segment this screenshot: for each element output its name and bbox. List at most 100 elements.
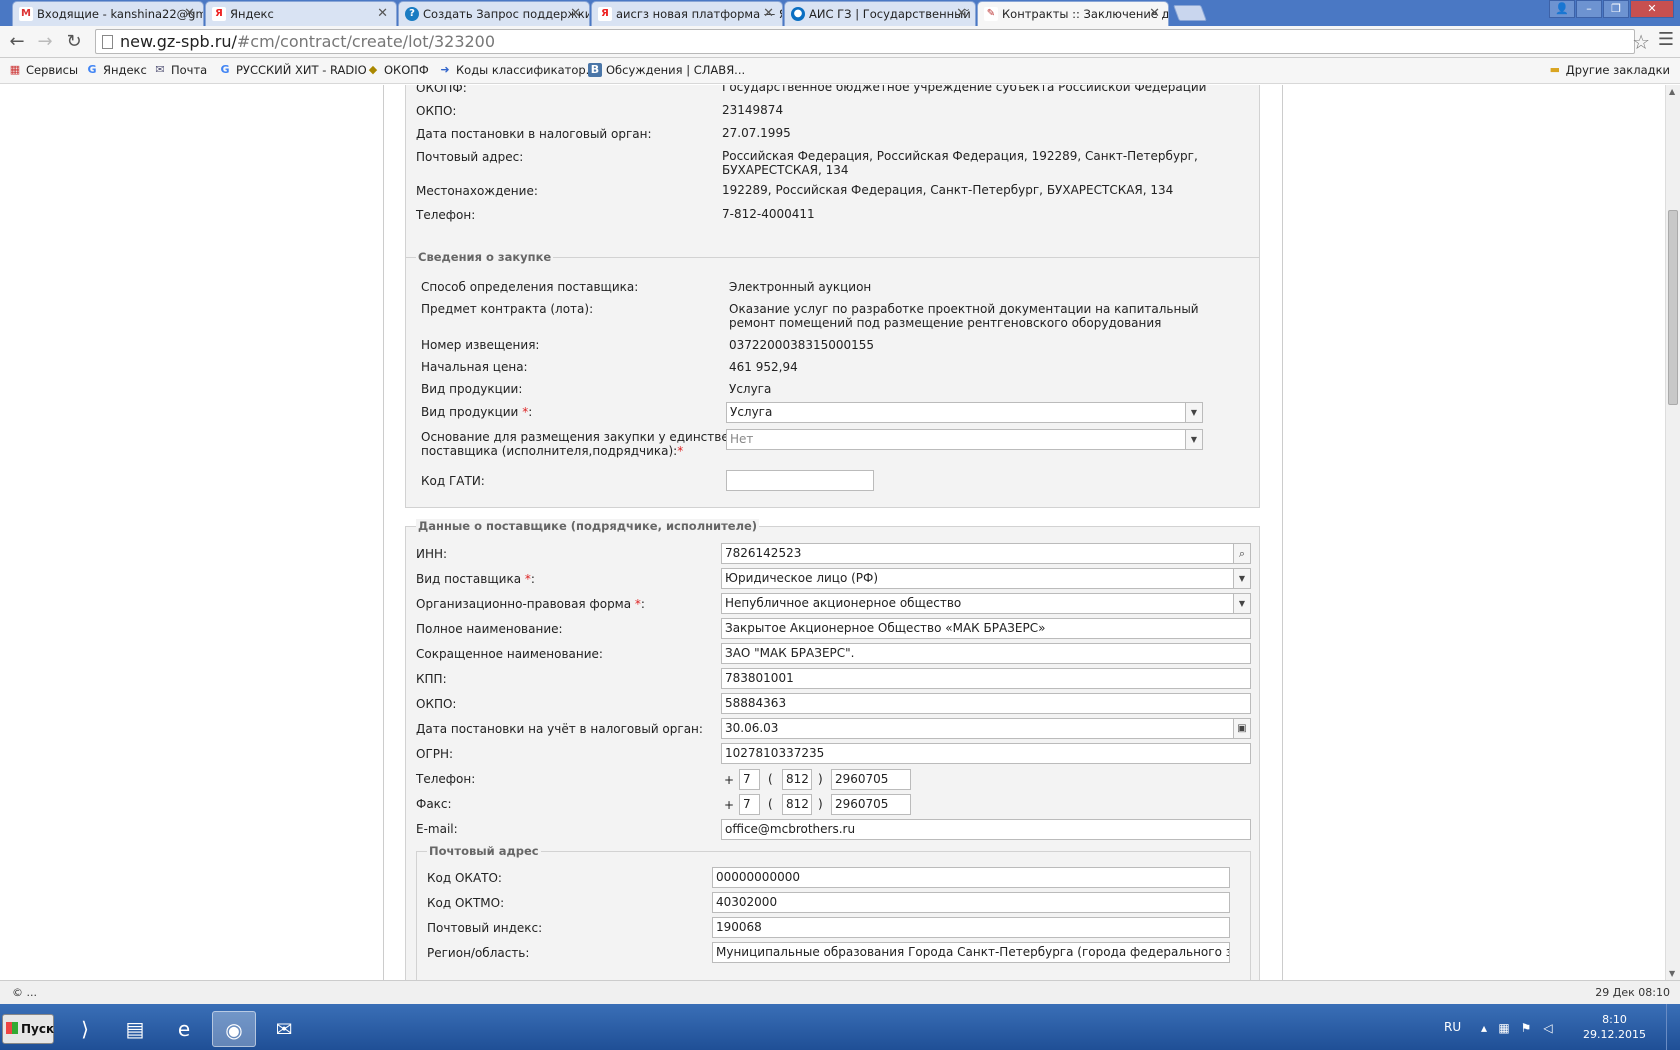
product-type-select[interactable]: Услуга ▼ xyxy=(726,402,1203,423)
status-bar: © ... 29 Дек 08:10 xyxy=(0,980,1680,1004)
bookmark-yandex[interactable]: G Яндекс xyxy=(85,63,146,77)
supplier-kind-select[interactable]: Юридическое лицо (РФ) ▼ xyxy=(721,568,1251,589)
bookmark-services[interactable]: ▦ Сервисы xyxy=(8,63,78,77)
phone-country-input[interactable]: 7 xyxy=(739,769,760,790)
sole-supplier-select[interactable]: Нет ▼ xyxy=(726,429,1203,450)
inn-input[interactable]: 7826142523 ⌕ xyxy=(721,543,1251,564)
fax-paren-open: ( xyxy=(768,797,773,811)
tab-ais-gz[interactable]: ● АИС ГЗ | Государственный ✕ xyxy=(784,1,976,26)
user-icon[interactable]: 👤 xyxy=(1549,0,1575,18)
tab-yandex[interactable]: Я Яндекс ✕ xyxy=(205,1,397,26)
supplier-okpo-input[interactable]: 58884363 xyxy=(721,693,1251,714)
network-icon[interactable]: ▦ xyxy=(1496,1021,1512,1035)
chevron-up-icon[interactable]: ▴ xyxy=(1476,1021,1492,1035)
phone-number-input[interactable]: 2960705 xyxy=(831,769,911,790)
start-button[interactable]: Пуск xyxy=(2,1014,54,1044)
new-tab-button[interactable] xyxy=(1173,5,1207,21)
short-name-input[interactable]: ЗАО "МАК БРАЗЕРС". xyxy=(721,643,1251,664)
scroll-up-icon[interactable]: ▲ xyxy=(1669,87,1675,96)
address-path: #cm/contract/create/lot/323200 xyxy=(236,32,496,51)
chrome-icon[interactable]: ◉ xyxy=(212,1011,256,1047)
chevron-down-icon[interactable]: ▼ xyxy=(1233,594,1250,613)
phone-label: Телефон: xyxy=(416,208,476,222)
internet-explorer-icon[interactable]: e xyxy=(162,1011,206,1047)
page-scrollbar[interactable]: ▲ ▼ xyxy=(1665,85,1680,980)
opf-select[interactable]: Непубличное акционерное общество ▼ xyxy=(721,593,1251,614)
fax-code-input[interactable]: 812 xyxy=(782,794,812,815)
forward-button[interactable]: → xyxy=(34,31,56,53)
subject-value: Оказание услуг по разработке проектной д… xyxy=(729,302,1199,330)
search-icon[interactable]: ⌕ xyxy=(1233,544,1250,563)
tools-icon: ✎ xyxy=(984,7,998,21)
okato-input[interactable]: 00000000000 xyxy=(712,867,1230,888)
close-icon[interactable]: ✕ xyxy=(570,6,581,21)
close-icon[interactable]: ✕ xyxy=(1149,6,1160,21)
close-icon[interactable]: ✕ xyxy=(956,6,967,21)
bookmark-mail[interactable]: ✉ Почта xyxy=(153,63,207,77)
tab-contracts[interactable]: ✎ Контракты :: Заключение д ✕ xyxy=(977,1,1169,26)
menu-icon[interactable]: ☰ xyxy=(1658,29,1674,50)
outlook-icon[interactable]: ✉ xyxy=(262,1011,306,1047)
powershell-icon[interactable]: ⟩ xyxy=(63,1011,107,1047)
required-mark: * xyxy=(524,572,531,586)
scroll-thumb[interactable] xyxy=(1668,210,1678,405)
phone-code-input[interactable]: 812 xyxy=(782,769,812,790)
postal-index-label: Почтовый индекс: xyxy=(427,921,543,935)
supplier-tax-date-input[interactable]: 30.06.03 ▣ xyxy=(721,718,1251,739)
tab-title: Создать Запрос поддержки xyxy=(423,7,590,21)
restore-button[interactable]: ❐ xyxy=(1603,0,1629,18)
tab-title: АИС ГЗ | Государственный xyxy=(809,7,971,21)
reload-button[interactable]: ↻ xyxy=(63,31,85,53)
oktmo-input[interactable]: 40302000 xyxy=(712,892,1230,913)
bookmark-vk[interactable]: В Обсуждения | СЛАВЯ... xyxy=(588,63,745,77)
region-label: Регион/область: xyxy=(427,946,530,960)
supplier-details: Данные о поставщике (подрядчике, исполни… xyxy=(405,519,1260,980)
show-desktop-button[interactable] xyxy=(1666,1004,1680,1050)
postal-legend: Почтовый адрес xyxy=(427,844,541,858)
tab-support[interactable]: ? Создать Запрос поддержки ✕ xyxy=(398,1,590,26)
gati-label: Код ГАТИ: xyxy=(421,474,485,488)
tab-gmail[interactable]: M Входящие - kanshina22@gm ✕ xyxy=(12,1,204,26)
address-host: new.gz-spb.ru/ xyxy=(120,32,237,51)
gati-input[interactable] xyxy=(726,470,874,491)
phone-paren-close: ) xyxy=(818,772,823,786)
bookmark-icon: ◆ xyxy=(368,63,378,76)
close-icon[interactable]: ✕ xyxy=(184,6,195,21)
region-input[interactable]: Муниципальные образования Города Санкт-П… xyxy=(712,942,1230,963)
back-button[interactable]: ← xyxy=(6,31,28,53)
full-name-input[interactable]: Закрытое Акционерное Общество «МАК БРАЗЕ… xyxy=(721,618,1251,639)
flag-icon[interactable]: ⚑ xyxy=(1518,1021,1534,1035)
chevron-down-icon[interactable]: ▼ xyxy=(1233,569,1250,588)
ogrn-input[interactable]: 1027810337235 xyxy=(721,743,1251,764)
bookmark-codes[interactable]: ➜ Коды классификатор... xyxy=(438,63,596,77)
kpp-input[interactable]: 783801001 xyxy=(721,668,1251,689)
tab-title: Входящие - kanshina22@gm xyxy=(37,7,204,21)
fax-country-input[interactable]: 7 xyxy=(739,794,760,815)
postal-index-input[interactable]: 190068 xyxy=(712,917,1230,938)
notice-label: Номер извещения: xyxy=(421,338,540,352)
phone-value: 7-812-4000411 xyxy=(722,207,815,221)
clock-date: 29.12.2015 xyxy=(1583,1028,1646,1041)
calendar-icon[interactable]: ▣ xyxy=(1233,719,1250,738)
bookmark-okopf[interactable]: ◆ ОКОПФ xyxy=(366,63,429,77)
tab-yandex-search[interactable]: Я аисгз новая платформа — Я ✕ xyxy=(591,1,783,26)
clock[interactable]: 8:10 29.12.2015 xyxy=(1583,1012,1646,1042)
bookmark-star-icon[interactable]: ☆ xyxy=(1632,30,1650,54)
close-icon[interactable]: ✕ xyxy=(763,6,774,21)
required-mark: * xyxy=(522,405,529,419)
folder-icon[interactable]: ▤ xyxy=(113,1011,157,1047)
minimize-button[interactable]: – xyxy=(1576,0,1602,18)
email-input[interactable]: office@mcbrothers.ru xyxy=(721,819,1251,840)
fax-number-input[interactable]: 2960705 xyxy=(831,794,911,815)
phone-paren-open: ( xyxy=(768,772,773,786)
bookmark-radio[interactable]: G РУССКИЙ ХИТ - RADIO xyxy=(218,63,366,77)
other-bookmarks[interactable]: ▬ Другие закладки xyxy=(1548,63,1670,77)
chevron-down-icon[interactable]: ▼ xyxy=(1185,403,1202,422)
language-indicator[interactable]: RU xyxy=(1444,1020,1461,1034)
chevron-down-icon[interactable]: ▼ xyxy=(1185,430,1202,449)
volume-icon[interactable]: ◁ xyxy=(1540,1021,1556,1035)
close-icon[interactable]: ✕ xyxy=(377,6,388,21)
address-bar[interactable]: new.gz-spb.ru/#cm/contract/create/lot/32… xyxy=(95,29,1635,54)
scroll-down-icon[interactable]: ▼ xyxy=(1669,969,1675,978)
close-window-button[interactable]: ✕ xyxy=(1630,0,1674,18)
